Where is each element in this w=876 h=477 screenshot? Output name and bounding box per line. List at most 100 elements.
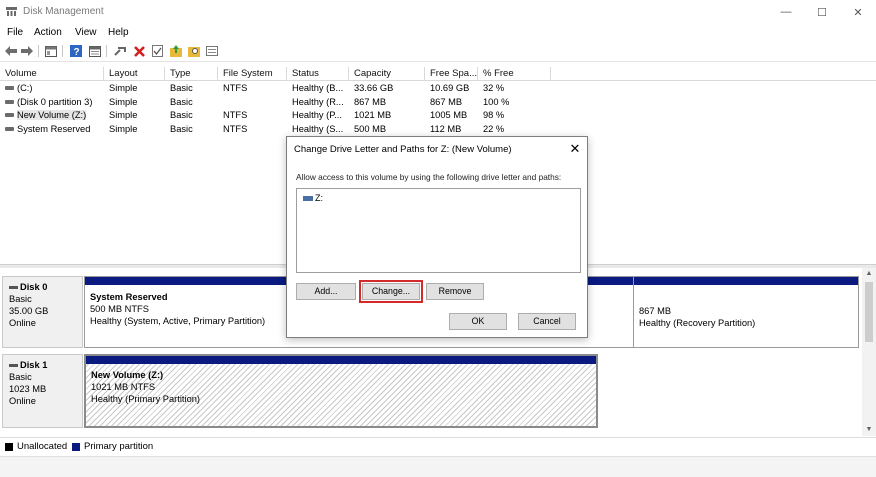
table-row[interactable]: (C:) Simple Basic NTFS Healthy (B... 33.… <box>0 82 876 95</box>
maximize-icon: ☐ <box>817 6 827 19</box>
maximize-button[interactable]: ☐ <box>804 2 840 22</box>
partition-recovery[interactable]: 867 MB Healthy (Recovery Partition) <box>633 276 859 348</box>
volume-free-space: 112 MB <box>430 123 462 134</box>
vertical-scrollbar[interactable]: ▲ ▼ <box>862 268 876 436</box>
menu-file[interactable]: File <box>7 27 23 38</box>
close-window-button[interactable]: ✕ <box>840 2 876 22</box>
volume-layout: Simple <box>109 83 138 93</box>
partition-name: New Volume (Z:) <box>91 370 164 380</box>
disk-size: 35.00 GB <box>9 306 49 316</box>
volume-name: New Volume (Z:) <box>17 110 87 120</box>
drive-icon <box>303 196 313 202</box>
volume-icon <box>5 126 14 131</box>
dialog-title: Change Drive Letter and Paths for Z: (Ne… <box>294 144 512 155</box>
column-header-status[interactable]: Status <box>287 67 349 81</box>
disk-0-label[interactable]: Disk 0 Basic 35.00 GB Online <box>2 276 83 348</box>
disk-state: Online <box>9 396 36 406</box>
volume-status: Healthy (P... <box>292 110 342 120</box>
partition-status: Healthy (System, Active, Primary Partiti… <box>90 316 266 326</box>
toolbar-separator <box>106 45 107 57</box>
volume-icon <box>5 86 14 91</box>
disk-management-icon <box>6 7 17 16</box>
primary-partition-bar <box>634 277 858 285</box>
back-arrow-icon[interactable] <box>4 44 18 58</box>
title-bar: Disk Management — ☐ ✕ <box>0 0 876 24</box>
cancel-button[interactable]: Cancel <box>518 313 576 330</box>
table-row[interactable]: (Disk 0 partition 3) Simple Basic Health… <box>0 96 876 109</box>
volume-name: (Disk 0 partition 3) <box>17 96 93 107</box>
console-icon[interactable] <box>44 44 58 58</box>
table-row[interactable]: New Volume (Z:) Simple Basic NTFS Health… <box>0 109 876 122</box>
column-header-free-space[interactable]: Free Spa... <box>425 67 478 81</box>
scroll-down-icon[interactable]: ▼ <box>862 424 876 436</box>
volume-layout: Simple <box>109 110 138 120</box>
disk-1-label[interactable]: Disk 1 Basic 1023 MB Online <box>2 354 83 428</box>
volume-percent-free: 100 % <box>483 96 510 107</box>
volume-file-system: NTFS <box>223 83 248 93</box>
volume-type: Basic <box>170 110 193 120</box>
disk-type: Basic <box>9 372 32 382</box>
column-header-type[interactable]: Type <box>165 67 218 81</box>
disk-name: Disk 0 <box>20 282 48 292</box>
volume-file-system: NTFS <box>223 123 248 134</box>
partition-new-volume[interactable]: New Volume (Z:) 1021 MB NTFS Healthy (Pr… <box>84 354 598 428</box>
column-header-percent-free[interactable]: % Free <box>478 67 551 81</box>
close-icon: ✕ <box>569 141 581 156</box>
volume-type: Basic <box>170 83 193 93</box>
change-button[interactable]: Change... <box>359 280 423 303</box>
scrollbar-thumb[interactable] <box>865 282 873 342</box>
volume-status: Healthy (S... <box>292 123 344 134</box>
folder-search-icon[interactable] <box>187 44 201 58</box>
help-icon[interactable]: ? <box>69 44 83 58</box>
menu-view[interactable]: View <box>75 27 97 38</box>
column-header-file-system[interactable]: File System <box>218 67 287 81</box>
disk-icon <box>9 286 18 290</box>
table-row[interactable]: System Reserved Simple Basic NTFS Health… <box>0 123 876 136</box>
column-header-layout[interactable]: Layout <box>104 67 165 81</box>
volume-percent-free: 22 % <box>483 123 505 134</box>
partition-size: 500 MB NTFS <box>90 304 149 314</box>
volume-file-system: NTFS <box>223 110 248 120</box>
dialog-close-button[interactable]: ✕ <box>567 141 583 157</box>
legend: Unallocated Primary partition <box>0 437 876 455</box>
volume-capacity: 500 MB <box>354 123 387 134</box>
status-bar <box>0 456 876 477</box>
partition-size: 1021 MB NTFS <box>91 382 156 392</box>
add-button[interactable]: Add... <box>296 283 356 300</box>
volume-percent-free: 98 % <box>483 110 505 120</box>
forward-arrow-icon[interactable] <box>20 44 34 58</box>
delete-icon[interactable] <box>132 44 146 58</box>
disk-size: 1023 MB <box>9 384 47 394</box>
volume-free-space: 867 MB <box>430 96 463 107</box>
minimize-button[interactable]: — <box>768 2 804 22</box>
drive-path: Z: <box>315 193 323 203</box>
scroll-up-icon[interactable]: ▲ <box>862 268 876 280</box>
volume-layout: Simple <box>109 96 138 107</box>
column-header-volume[interactable]: Volume <box>0 67 104 81</box>
connect-icon[interactable] <box>113 44 127 58</box>
column-header-capacity[interactable]: Capacity <box>349 67 425 81</box>
menu-action[interactable]: Action <box>34 27 62 38</box>
drive-paths-list[interactable]: Z: <box>296 188 581 273</box>
minimize-icon: — <box>780 6 792 18</box>
window-title: Disk Management <box>23 6 104 17</box>
list-view-icon[interactable] <box>205 44 219 58</box>
menu-bar: File Action View Help <box>0 24 876 42</box>
folder-up-icon[interactable] <box>169 44 183 58</box>
volume-status: Healthy (B... <box>292 83 344 93</box>
volume-capacity: 867 MB <box>354 96 387 107</box>
check-icon[interactable] <box>150 44 164 58</box>
ok-button[interactable]: OK <box>449 313 507 330</box>
toolbar-separator <box>62 45 63 57</box>
partition-size: 867 MB <box>639 306 672 316</box>
properties-icon[interactable] <box>88 44 102 58</box>
disk-name: Disk 1 <box>20 360 48 370</box>
list-item[interactable]: Z: <box>303 193 323 203</box>
menu-help[interactable]: Help <box>108 27 129 38</box>
disk-state: Online <box>9 318 36 328</box>
partition-name: System Reserved <box>90 292 168 302</box>
unallocated-swatch <box>5 443 13 451</box>
remove-button[interactable]: Remove <box>426 283 484 300</box>
volume-free-space: 1005 MB <box>430 110 468 120</box>
volume-status: Healthy (R... <box>292 96 344 107</box>
